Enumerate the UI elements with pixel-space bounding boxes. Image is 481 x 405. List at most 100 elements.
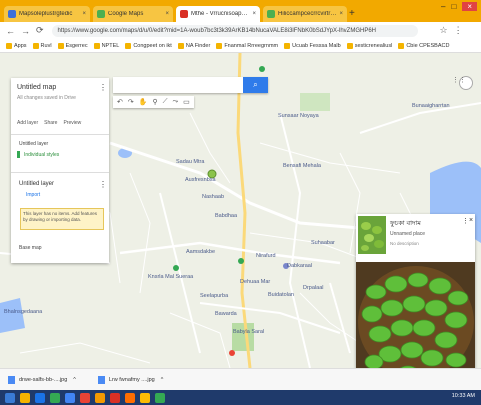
map-label: Babdhaa: [215, 213, 238, 219]
bookmark-item[interactable]: NPTEL: [93, 42, 119, 49]
apps-grid-icon[interactable]: ⋮⋮: [452, 76, 466, 84]
close-tab-icon[interactable]: ×: [252, 11, 256, 17]
start-button[interactable]: [5, 392, 15, 403]
chrome-icon[interactable]: [110, 392, 120, 403]
star-icon[interactable]: ☆: [440, 25, 448, 36]
tab-favicon-icon: [8, 10, 16, 18]
divider: [11, 172, 109, 173]
app-icon[interactable]: [35, 392, 45, 403]
bookmarks-bar: Apps Ruvl Esgerrec NPTEL Congpeet on ikt…: [0, 39, 481, 53]
redo-icon[interactable]: ↷: [128, 98, 134, 106]
panel-menu-icon[interactable]: ⋮: [99, 83, 107, 92]
park-icon[interactable]: [259, 66, 265, 72]
road: [199, 302, 341, 334]
preview-button[interactable]: Preview: [63, 120, 81, 126]
back-icon[interactable]: ←: [6, 26, 15, 36]
bookmark-item[interactable]: Ruvl: [32, 42, 52, 49]
close-tab-icon[interactable]: ×: [82, 11, 86, 17]
green-beans-photo: [358, 266, 474, 379]
bookmark-item[interactable]: sesticrenealiusl: [346, 42, 393, 49]
ruler-icon[interactable]: ▭: [183, 98, 190, 106]
downloads-bar: drwe-salfs-bb-....jpg ^ Lrw fwnafmy ....…: [0, 368, 481, 391]
layer-style[interactable]: Individual styles: [24, 152, 59, 158]
bookmark-label: Cbie CPESBACD: [406, 42, 450, 49]
maximize-button[interactable]: □: [451, 2, 456, 11]
route-icon[interactable]: ⤳: [173, 98, 179, 106]
download-filename: Lrw fwnafmy ....jpg: [108, 377, 155, 383]
import-link[interactable]: Import: [26, 192, 40, 198]
app-icon[interactable]: [80, 392, 90, 403]
layer-menu-icon[interactable]: ⋮: [99, 180, 107, 189]
url-field[interactable]: https://www.google.com/maps/d/u/0/edit?m…: [51, 24, 418, 37]
layer2-title[interactable]: Untitled layer: [19, 181, 54, 187]
minimize-button[interactable]: –: [441, 2, 445, 11]
bookmark-item[interactable]: NA Finder: [177, 42, 210, 49]
new-tab-button[interactable]: +: [349, 8, 355, 19]
tab-label: Hiliccampcecrrcvirtrirahe: [278, 11, 337, 17]
app-icon[interactable]: [95, 392, 105, 403]
map-label: Nirafurd: [256, 253, 276, 259]
add-layer-button[interactable]: Add layer: [17, 120, 38, 126]
download-filename: drwe-salfs-bb-....jpg: [19, 377, 68, 383]
hand-icon[interactable]: ✋: [139, 98, 148, 106]
layer-title[interactable]: Untitled layer: [19, 141, 48, 147]
system-clock[interactable]: 10:33 AM: [452, 393, 475, 399]
beans-thumbnail-icon: [361, 222, 384, 251]
forward-icon[interactable]: →: [21, 26, 30, 36]
share-button[interactable]: Share: [44, 120, 57, 126]
tab-2[interactable]: Coogle Maps ×: [93, 6, 173, 22]
download-item[interactable]: drwe-salfs-bb-....jpg ^: [8, 376, 76, 384]
map-label: Buidatolan: [268, 292, 294, 298]
bookmark-item[interactable]: Ucuab Fesssa Malb: [284, 42, 341, 49]
reload-icon[interactable]: ⟳: [36, 25, 44, 36]
line-icon[interactable]: ⟋: [163, 98, 168, 106]
search-button[interactable]: ⌕: [243, 77, 268, 93]
address-row: ← → ⟳ https://www.google.com/maps/d/u/0/…: [0, 22, 481, 39]
bookmark-item[interactable]: Congpeet on ikt: [125, 42, 172, 49]
chevron-up-icon[interactable]: ^: [73, 377, 76, 383]
tab-4[interactable]: Hiliccampcecrrcvirtrirahe ×: [263, 6, 347, 22]
tab-3-active[interactable]: Mthe - Vrrucnisoaphafrasra ×: [176, 6, 260, 22]
more-vert-icon[interactable]: ⋮: [462, 217, 469, 225]
bookmark-item[interactable]: Apps: [6, 42, 27, 49]
bookmark-label: Apps: [14, 42, 27, 49]
bookmark-item[interactable]: Cbie CPESBACD: [398, 42, 450, 49]
chevron-up-icon[interactable]: ^: [161, 377, 164, 383]
tab-1[interactable]: Mapsoleplustrgtedic ×: [4, 6, 90, 22]
tab-label: Coogle Maps: [108, 11, 144, 17]
park-area: [300, 93, 330, 111]
app-icon[interactable]: [125, 392, 135, 403]
file-explorer-icon[interactable]: [20, 392, 30, 403]
undo-icon[interactable]: ↶: [117, 98, 123, 106]
close-tab-icon[interactable]: ×: [165, 11, 169, 17]
marker-icon[interactable]: ⚲: [152, 98, 157, 106]
close-window-button[interactable]: ×: [462, 2, 477, 11]
tab-strip: Mapsoleplustrgtedic × Coogle Maps × Mthe…: [0, 0, 481, 22]
basemap-toggle[interactable]: Base map: [19, 245, 42, 251]
road: [119, 241, 341, 265]
map-label: Seelapurba: [200, 293, 229, 299]
app-icon[interactable]: [155, 392, 165, 403]
place-photo[interactable]: [356, 262, 475, 380]
app-icon[interactable]: [65, 392, 75, 403]
bookmark-item[interactable]: Fnanmal Rrreegrnmm: [216, 42, 278, 49]
bookmark-item[interactable]: Esgerrec: [57, 42, 88, 49]
panel-title[interactable]: Untitled map: [17, 84, 56, 91]
pin-icon[interactable]: [229, 350, 235, 356]
download-item[interactable]: Lrw fwnafmy ....jpg ^: [97, 376, 164, 384]
app-icon[interactable]: [140, 392, 150, 403]
bookmark-icon: [93, 42, 100, 49]
place-subtitle: Unnamed place: [390, 231, 426, 237]
layer-color-swatch: [17, 151, 20, 158]
bookmark-icon: [284, 42, 291, 49]
park-icon[interactable]: [238, 258, 244, 264]
close-tab-icon[interactable]: ×: [339, 11, 343, 17]
close-icon[interactable]: ×: [469, 217, 473, 224]
place-thumbnail[interactable]: [358, 216, 386, 254]
park-icon[interactable]: [173, 265, 179, 271]
menu-icon[interactable]: ⋮: [454, 25, 463, 36]
bookmark-label: sesticrenealiusl: [354, 42, 393, 49]
tab-favicon-icon: [97, 10, 105, 18]
water-body: [0, 298, 25, 333]
app-icon[interactable]: [50, 392, 60, 403]
